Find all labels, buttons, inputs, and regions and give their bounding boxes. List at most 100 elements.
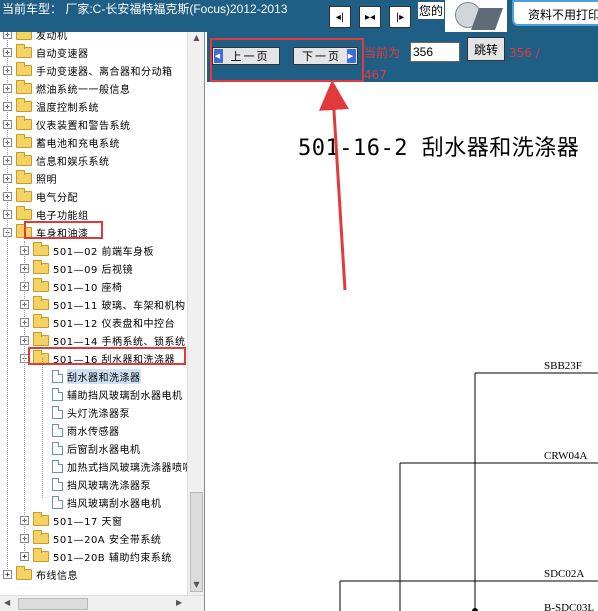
scroll-up-icon[interactable]: ▲ (190, 33, 203, 47)
tree-item-label: 刮水器和洗涤器 (67, 368, 141, 384)
tree-item-label: 后窗刮水器电机 (67, 444, 141, 456)
tree-vertical-scrollbar[interactable]: ▲ ▼ (187, 32, 204, 595)
document-viewer: ◀ 上一页 下一页 ▶ 当前为 跳转 356 / 467 501-16-2 刮水… (207, 32, 598, 611)
signal-label-1: SBB23F (544, 360, 582, 372)
document-icon (52, 495, 63, 509)
folder-icon (16, 133, 32, 148)
greeting-label: 您的 (418, 2, 445, 19)
folder-icon (16, 61, 32, 76)
tree-folder-item[interactable]: +501—20B 辅助约束系统 (20, 547, 172, 565)
notice-banner: 资料不用打印 (512, 0, 598, 26)
tree-folder-item[interactable]: +501—09 后视镜 (20, 259, 133, 277)
tree-item-label: 仪表装置和警告系统 (36, 120, 131, 132)
tree-item-label: 燃油系统一一般信息 (36, 84, 131, 96)
folder-icon (33, 313, 49, 328)
tree-item-label: 雨水传感器 (67, 426, 120, 438)
tree-item-label: 501—20A 安全带系统 (53, 534, 162, 546)
tree-doc-item[interactable]: 挡风玻璃洗涤器泵 (50, 475, 151, 493)
both-icon[interactable]: ▸◂ (359, 6, 381, 28)
tree-folder-item[interactable]: +501—20A 安全带系统 (20, 529, 161, 547)
tree-item-label: 蓄电池和充电系统 (36, 138, 120, 150)
document-icon (52, 387, 63, 401)
tree-item-label: 挡风玻璃刮水器电机 (67, 498, 162, 510)
folder-icon (16, 32, 32, 40)
folder-icon (16, 115, 32, 130)
folder-icon (33, 277, 49, 292)
next-icon[interactable]: |▸ (389, 6, 411, 28)
tree-folder-item[interactable]: + 布线信息 (3, 565, 78, 583)
folder-icon (16, 79, 32, 94)
signal-label-4: B-SDC03L (544, 602, 595, 611)
tree-horizontal-scrollbar[interactable]: ◀ ▶ (0, 595, 204, 611)
tree-item-label: 501—20B 辅助约束系统 (53, 552, 172, 564)
folder-icon (16, 169, 32, 184)
document-icon (52, 369, 63, 383)
tree-guide-line (24, 241, 25, 553)
car-model-title: 当前车型： 厂家:C-长安福特福克斯(Focus)2012-2013 (2, 2, 288, 16)
highlight-box-body (24, 221, 103, 239)
tree-item-label: 信息和娱乐系统 (36, 156, 110, 168)
tree-folder-item[interactable]: + 仪表装置和警告系统 (3, 115, 131, 133)
document-icon (52, 477, 63, 491)
category-tree: + 发动机 + 自动变速器 + 手动变速器、离合器和分动箱 + 燃油系统一一般信息 + 温度控制系… (0, 32, 205, 611)
top-header: 当前车型： 厂家:C-长安福特福克斯(Focus)2012-2013 ◂| ▸◂… (0, 0, 598, 32)
folder-icon (16, 187, 32, 202)
tree-folder-item[interactable]: +501—17 天窗 (20, 511, 123, 529)
tree-folder-item[interactable]: + 发动机 (3, 32, 68, 43)
tree-folder-item[interactable]: + 温度控制系统 (3, 97, 99, 115)
tree-doc-item[interactable]: 头灯洗涤器泵 (50, 403, 130, 421)
tree-item-label: 501—09 后视镜 (53, 264, 133, 276)
tree-item-label: 自动变速器 (36, 48, 89, 60)
document-icon (52, 441, 63, 455)
document-icon (52, 459, 63, 473)
scroll-thumb-h[interactable] (18, 598, 88, 610)
tree-folder-item[interactable]: + 电气分配 (3, 187, 78, 205)
tree-folder-item[interactable]: + 蓄电池和充电系统 (3, 133, 120, 151)
scroll-thumb[interactable] (190, 492, 203, 592)
scroll-down-icon[interactable]: ▼ (190, 580, 203, 594)
document-icon (52, 423, 63, 437)
tree-folder-item[interactable]: +501—12 仪表盘和中控台 (20, 313, 175, 331)
tree-folder-item[interactable]: + 手动变速器、离合器和分动箱 (3, 61, 173, 79)
highlight-box-wiper (28, 347, 186, 365)
tree-item-label: 温度控制系统 (36, 102, 99, 114)
prev-icon[interactable]: ◂| (329, 6, 351, 28)
tree-item-label: 501—17 天窗 (53, 516, 123, 528)
tree-folder-item[interactable]: + 自动变速器 (3, 43, 89, 61)
tree-doc-item[interactable]: 挡风玻璃刮水器电机 (50, 493, 162, 511)
document-icon (52, 405, 63, 419)
folder-icon (33, 241, 49, 256)
tree-folder-item[interactable]: +501—10 座椅 (20, 277, 123, 295)
tree-guide-line (42, 358, 43, 498)
signal-label-3: SDC02A (544, 568, 585, 580)
folder-icon (33, 529, 49, 544)
tree-item-label: 501—11 玻璃、车架和机构 (53, 300, 186, 312)
tree-doc-item[interactable]: 雨水传感器 (50, 421, 120, 439)
tree-folder-item[interactable]: + 信息和娱乐系统 (3, 151, 110, 169)
tree-item-label: 电气分配 (36, 192, 78, 204)
folder-icon (16, 565, 32, 580)
tree-item-label: 加热式挡风玻璃洗涤器喷嘴 (67, 462, 193, 474)
folder-icon (16, 97, 32, 112)
folder-icon (33, 259, 49, 274)
scroll-left-icon[interactable]: ◀ (4, 598, 10, 607)
folder-icon (16, 151, 32, 166)
tree-folder-item[interactable]: + 照明 (3, 169, 57, 187)
mascot-icon (445, 0, 507, 32)
tree-item-label: 布线信息 (36, 570, 78, 582)
tree-folder-item[interactable]: +501—02 前端车身板 (20, 241, 154, 259)
expand-icon[interactable]: + (3, 569, 12, 579)
scroll-right-icon[interactable]: ▶ (176, 598, 182, 607)
tree-folder-item[interactable]: + 燃油系统一一般信息 (3, 79, 131, 97)
tree-item-label: 501—02 前端车身板 (53, 246, 154, 258)
tree-doc-item[interactable]: 后窗刮水器电机 (50, 439, 141, 457)
tree-folder-item[interactable]: +501—11 玻璃、车架和机构 (20, 295, 186, 313)
folder-icon (16, 43, 32, 58)
tree-doc-item[interactable]: 刮水器和洗涤器 (50, 367, 141, 385)
tree-item-label: 手动变速器、离合器和分动箱 (36, 66, 173, 78)
tree-item-label: 501—10 座椅 (53, 282, 123, 294)
tree-doc-item[interactable]: 加热式挡风玻璃洗涤器喷嘴 (50, 457, 193, 475)
signal-label-2: CRW04A (544, 450, 588, 462)
tree-item-label: 照明 (36, 174, 57, 186)
tree-doc-item[interactable]: 辅助挡风玻璃刮水器电机 (50, 385, 183, 403)
